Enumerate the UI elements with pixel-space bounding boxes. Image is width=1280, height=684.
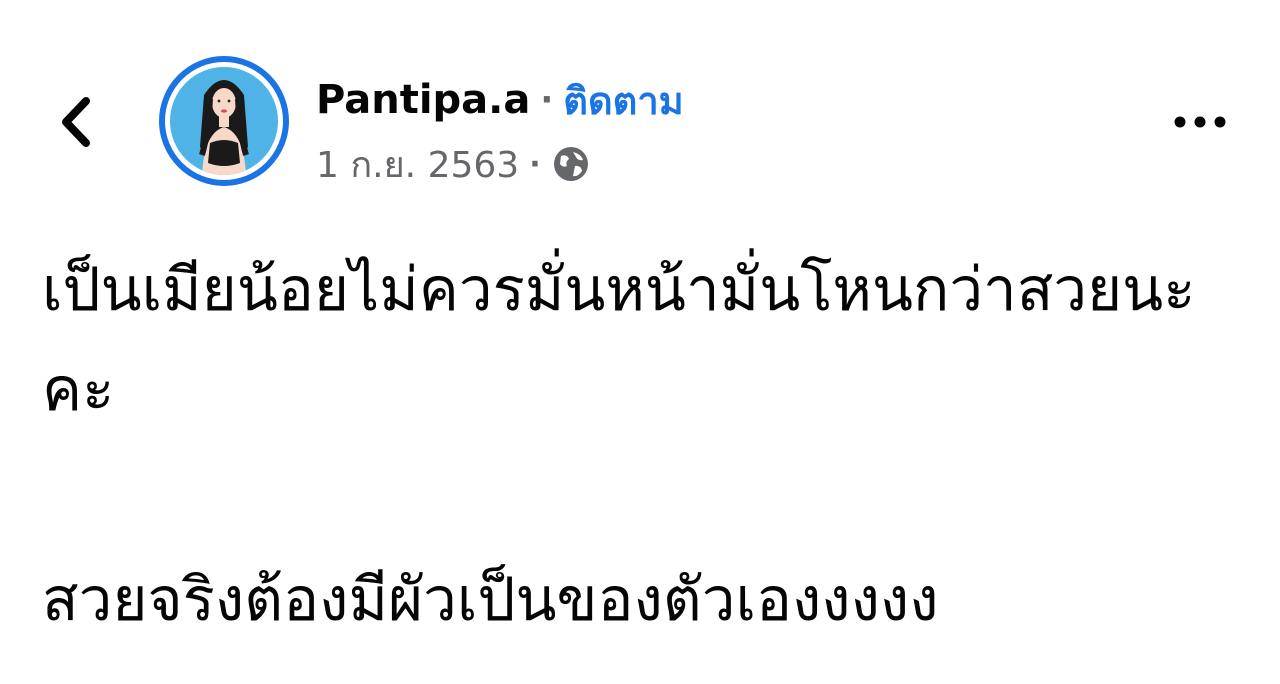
post-header: Pantipa.a · ติดตาม 1 ก.ย. 2563 ·	[0, 0, 1280, 210]
ellipsis-icon	[1174, 116, 1226, 128]
follow-button[interactable]: ติดตาม	[563, 70, 683, 131]
post-paragraph-2: สวยจริงต้องมีผัวเป็นของตัวเองงงงง	[42, 565, 939, 635]
post-body: เป็นเมียน้อยไม่ควรมั่นหน้ามั่นโหนกว่าสวย…	[42, 240, 1252, 650]
avatar-image	[159, 56, 289, 186]
globe-icon[interactable]	[551, 144, 591, 184]
separator-dot: ·	[540, 80, 554, 120]
more-options-button[interactable]	[1160, 92, 1240, 152]
post-paragraph-1: เป็นเมียน้อยไม่ควรมั่นหน้ามั่นโหนกว่าสวย…	[42, 255, 1196, 425]
author-name[interactable]: Pantipa.a	[316, 77, 530, 123]
post-meta: 1 ก.ย. 2563 ·	[316, 138, 591, 190]
chevron-left-icon	[62, 97, 90, 147]
avatar[interactable]	[158, 55, 290, 187]
post-timestamp[interactable]: 1 ก.ย. 2563	[316, 136, 519, 193]
author-line: Pantipa.a · ติดตาม	[316, 70, 684, 130]
back-button[interactable]	[44, 82, 108, 162]
meta-separator-dot: ·	[529, 146, 541, 182]
